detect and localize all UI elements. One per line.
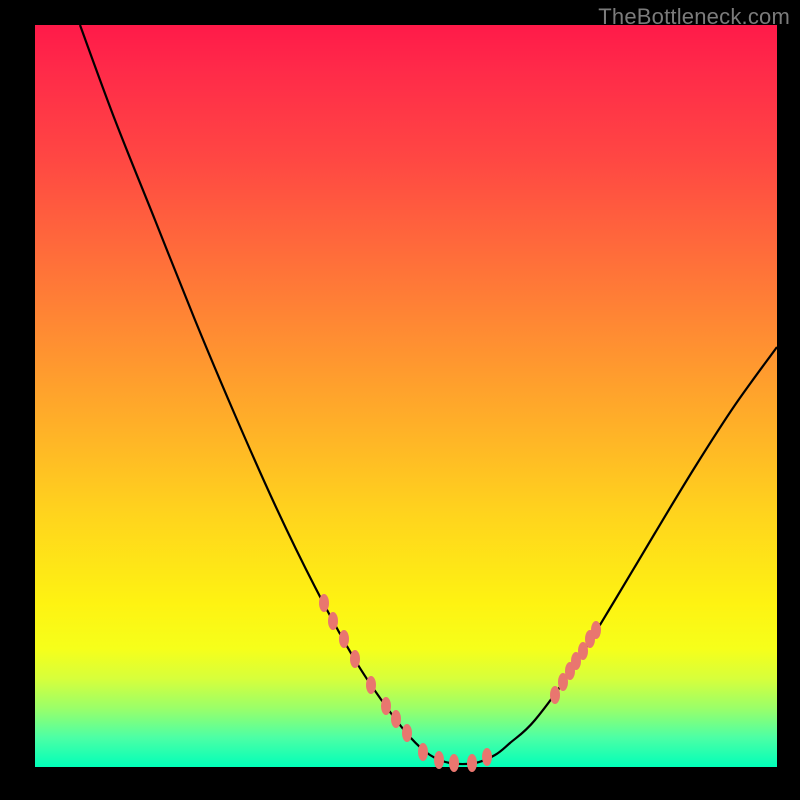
valley-dot — [339, 630, 349, 648]
valley-dot — [482, 748, 492, 766]
valley-dot — [350, 650, 360, 668]
valley-dot — [418, 743, 428, 761]
curve-layer — [35, 25, 777, 767]
plot-area — [35, 25, 777, 767]
valley-dots-right — [550, 621, 601, 704]
valley-dot — [449, 754, 459, 772]
bottleneck-curve — [80, 25, 777, 764]
valley-dot — [550, 686, 560, 704]
valley-dot — [391, 710, 401, 728]
valley-dot — [591, 621, 601, 639]
valley-dot — [434, 751, 444, 769]
valley-dot — [328, 612, 338, 630]
valley-dots-left — [319, 594, 492, 772]
valley-dot — [366, 676, 376, 694]
valley-dot — [467, 754, 477, 772]
valley-dot — [381, 697, 391, 715]
chart-frame: TheBottleneck.com — [0, 0, 800, 800]
valley-dot — [319, 594, 329, 612]
valley-dot — [402, 724, 412, 742]
